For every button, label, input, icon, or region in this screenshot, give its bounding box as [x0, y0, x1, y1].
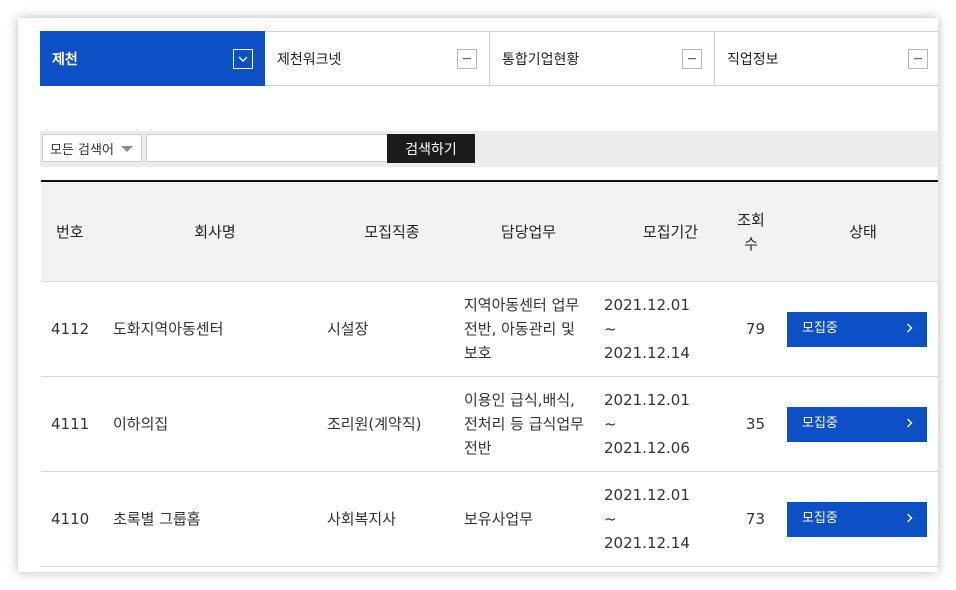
cell-duty: 보유사업무: [457, 471, 597, 567]
cell-job: 조리원(계약직): [317, 376, 457, 472]
cell-views: 35: [737, 376, 773, 472]
minus-icon[interactable]: [908, 48, 928, 69]
period-end: 2021.12.06: [604, 439, 690, 457]
table-row: 4110 초록별 그룹홈 사회복지사 보유사업무 2021.12.01 ~ 20…: [41, 471, 938, 567]
cell-period: 2021.12.01 ~ 2021.12.06: [597, 376, 737, 472]
header-duty: 담당업무: [457, 181, 597, 282]
minus-icon[interactable]: [682, 48, 702, 69]
cell-status: 모집중: [773, 281, 938, 377]
status-button[interactable]: 모집중: [787, 501, 927, 537]
minus-icon[interactable]: [457, 48, 477, 69]
tab-job-info[interactable]: 직업정보: [715, 32, 938, 85]
tab-bar: 제천 제천워크넷 통합기업현황 직업정보: [40, 31, 938, 86]
search-scope-value: 모든 검색어: [50, 142, 114, 158]
cell-company[interactable]: 초록별 그룹홈: [103, 471, 317, 567]
period-start: 2021.12.01: [604, 486, 690, 504]
cell-job: 시설장: [317, 281, 457, 377]
period-separator: ~: [604, 510, 617, 528]
search-bar: 모든 검색어 검색하기: [40, 131, 938, 167]
period-separator: ~: [604, 320, 617, 338]
search-button[interactable]: 검색하기: [387, 134, 475, 163]
header-company: 회사명: [103, 181, 317, 282]
page-frame: 제천 제천워크넷 통합기업현황 직업정보 모든 검색어 검색하기 번호 회사명 …: [18, 18, 938, 572]
chevron-down-icon[interactable]: [233, 48, 253, 69]
table-header-row: 번호 회사명 모집직종 담당업무 모집기간 조회수 상태: [41, 181, 938, 282]
cell-job: 사회복지사: [317, 471, 457, 567]
tab-jecheon-worknet[interactable]: 제천워크넷: [265, 32, 490, 85]
header-views: 조회수: [737, 181, 773, 282]
status-button[interactable]: 모집중: [787, 311, 927, 347]
cell-num: 4111: [41, 376, 103, 472]
status-label: 모집중: [802, 416, 838, 431]
cell-views: 79: [737, 281, 773, 377]
cell-company[interactable]: 이하의집: [103, 376, 317, 472]
cell-status: 모집중: [773, 471, 938, 567]
tab-jecheon[interactable]: 제천: [40, 31, 265, 86]
cell-num: 4110: [41, 471, 103, 567]
cell-duty: 지역아동센터 업무 전반, 아동관리 및 보호: [457, 281, 597, 377]
table-row: 4111 이하의집 조리원(계약직) 이용인 급식,배식, 전처리 등 급식업무…: [41, 376, 938, 472]
search-input[interactable]: [146, 134, 388, 162]
cell-period: 2021.12.01 ~ 2021.12.14: [597, 471, 737, 567]
job-listing-table: 번호 회사명 모집직종 담당업무 모집기간 조회수 상태 4112 도화지역아동…: [41, 180, 938, 567]
period-end: 2021.12.14: [604, 344, 690, 362]
cell-duty: 이용인 급식,배식, 전처리 등 급식업무 전반: [457, 376, 597, 472]
period-start: 2021.12.01: [604, 296, 690, 314]
header-num: 번호: [41, 181, 103, 282]
tab-label: 통합기업현황: [502, 51, 580, 68]
tab-label: 제천워크넷: [277, 51, 342, 68]
cell-views: 73: [737, 471, 773, 567]
header-period: 모집기간: [597, 181, 737, 282]
period-end: 2021.12.14: [604, 534, 690, 552]
header-job: 모집직종: [317, 181, 457, 282]
status-label: 모집중: [802, 511, 838, 526]
chevron-right-icon: [906, 412, 913, 436]
chevron-right-icon: [906, 317, 913, 341]
period-start: 2021.12.01: [604, 391, 690, 409]
chevron-right-icon: [906, 507, 913, 531]
table-row: 4112 도화지역아동센터 시설장 지역아동센터 업무 전반, 아동관리 및 보…: [41, 281, 938, 377]
tab-label: 제천: [52, 51, 78, 68]
caret-down-icon: [121, 146, 133, 152]
cell-company[interactable]: 도화지역아동센터: [103, 281, 317, 377]
tab-integrated-company-status[interactable]: 통합기업현황: [490, 32, 715, 85]
cell-period: 2021.12.01 ~ 2021.12.14: [597, 281, 737, 377]
period-separator: ~: [604, 415, 617, 433]
tab-label: 직업정보: [727, 51, 779, 68]
status-button[interactable]: 모집중: [787, 406, 927, 442]
cell-status: 모집중: [773, 376, 938, 472]
status-label: 모집중: [802, 321, 838, 336]
search-scope-select[interactable]: 모든 검색어: [42, 134, 142, 162]
cell-num: 4112: [41, 281, 103, 377]
header-status: 상태: [773, 181, 938, 282]
